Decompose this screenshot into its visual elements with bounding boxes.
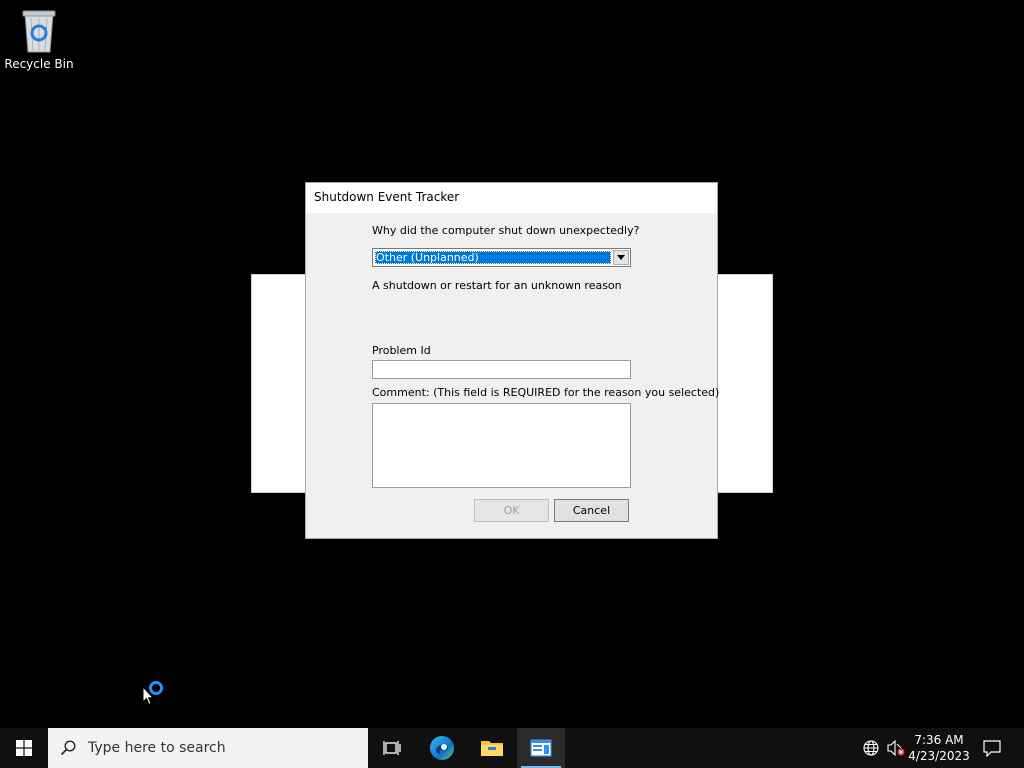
edge-button[interactable] <box>418 728 466 768</box>
background-window-right <box>716 274 773 493</box>
busy-spinner-icon <box>149 681 163 695</box>
file-explorer-button[interactable] <box>468 728 516 768</box>
volume-muted-icon <box>887 740 905 756</box>
reason-selected-value: Other (Unplanned) <box>375 251 611 264</box>
comment-label: Comment: (This field is REQUIRED for the… <box>372 386 720 399</box>
problem-id-field[interactable] <box>372 360 631 379</box>
active-app-button[interactable] <box>517 728 565 768</box>
problem-id-label: Problem Id <box>372 344 431 357</box>
shutdown-event-tracker-dialog: Shutdown Event Tracker Why did the compu… <box>305 182 720 539</box>
recycle-bin-shortcut[interactable]: Recycle Bin <box>4 6 74 71</box>
cancel-button[interactable]: Cancel <box>554 499 629 522</box>
ok-button[interactable]: OK <box>474 499 549 522</box>
volume-button[interactable] <box>884 728 908 768</box>
reason-question-label: Why did the computer shut down unexpecte… <box>372 224 640 237</box>
windows-logo-icon <box>16 740 32 756</box>
edge-icon <box>430 736 454 760</box>
dialog-titlebar[interactable]: Shutdown Event Tracker <box>306 183 717 213</box>
clock[interactable]: 7:36 AM 4/23/2023 <box>908 728 970 768</box>
search-icon <box>60 740 76 756</box>
recycle-bin-label: Recycle Bin <box>4 57 74 71</box>
taskbar-search-box[interactable]: Type here to search <box>48 728 368 768</box>
window-app-icon <box>530 739 552 757</box>
desktop: Recycle Bin Shutdown Event Tracker Why d… <box>0 0 1024 728</box>
dialog-title: Shutdown Event Tracker <box>314 190 460 204</box>
task-view-icon <box>383 741 401 755</box>
action-center-button[interactable] <box>976 728 1008 768</box>
comment-textarea[interactable] <box>372 403 631 488</box>
taskbar: Type here to search 7:36 AM 4/23/2023 <box>0 728 1024 768</box>
network-button[interactable] <box>858 728 884 768</box>
dropdown-arrow-button[interactable] <box>613 250 629 265</box>
recycle-bin-icon <box>22 10 56 53</box>
clock-date: 4/23/2023 <box>908 749 970 763</box>
start-button[interactable] <box>0 728 48 768</box>
reason-dropdown[interactable]: Other (Unplanned) <box>372 248 631 267</box>
chevron-down-icon <box>617 255 625 260</box>
search-placeholder: Type here to search <box>88 740 226 756</box>
reason-description: A shutdown or restart for an unknown rea… <box>372 279 622 292</box>
folder-icon <box>481 741 503 756</box>
task-view-button[interactable] <box>368 728 416 768</box>
background-window-left <box>251 274 307 493</box>
network-globe-icon <box>863 740 879 756</box>
clock-time: 7:36 AM <box>914 733 964 747</box>
notification-icon <box>983 740 1001 757</box>
